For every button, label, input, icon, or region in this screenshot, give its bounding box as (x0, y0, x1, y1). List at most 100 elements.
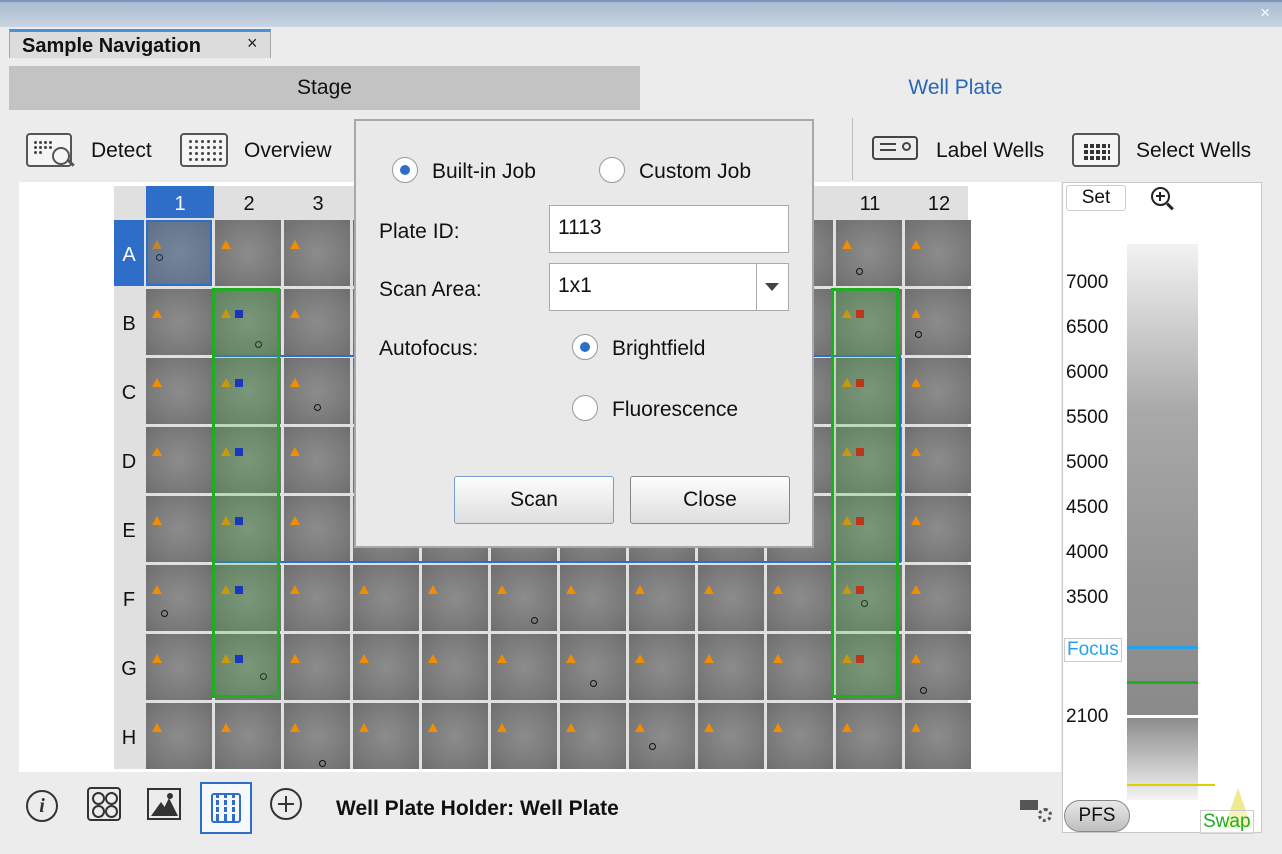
select-wells-button[interactable]: Select Wells (1072, 130, 1262, 172)
document-tab[interactable]: Sample Navigation × (9, 29, 271, 59)
well-A3[interactable] (284, 220, 350, 286)
well-G1[interactable] (146, 634, 212, 700)
well-G12[interactable] (905, 634, 971, 700)
row-header-H[interactable]: H (114, 703, 144, 769)
well-H9[interactable] (698, 703, 764, 769)
info-icon[interactable]: i (22, 786, 68, 832)
well-G4[interactable] (353, 634, 419, 700)
brightfield-radio[interactable] (572, 334, 598, 360)
well-H7[interactable] (560, 703, 626, 769)
builtin-job-radio[interactable] (392, 157, 418, 183)
tab-well-plate-label: Well Plate (908, 76, 1003, 99)
well-H10[interactable] (767, 703, 833, 769)
well-F12[interactable] (905, 565, 971, 631)
well-G10[interactable] (767, 634, 833, 700)
column-header-12[interactable]: 12 (905, 186, 973, 218)
add-icon[interactable] (270, 788, 316, 834)
row-header-C[interactable]: C (114, 358, 144, 424)
scan-area-label: Scan Area: (379, 278, 482, 301)
well-F1[interactable] (146, 565, 212, 631)
well-G5[interactable] (422, 634, 488, 700)
well-H12[interactable] (905, 703, 971, 769)
well-F3[interactable] (284, 565, 350, 631)
well-F6[interactable] (491, 565, 557, 631)
well-B1[interactable] (146, 289, 212, 355)
well-F7[interactable] (560, 565, 626, 631)
column-header-11[interactable]: 11 (836, 186, 904, 218)
well-D12[interactable] (905, 427, 971, 493)
window-close-icon[interactable]: × (1260, 4, 1270, 22)
swap-button[interactable]: Swap (1200, 810, 1254, 834)
scan-button[interactable]: Scan (454, 476, 614, 524)
well-F8[interactable] (629, 565, 695, 631)
row-header-B[interactable]: B (114, 289, 144, 355)
well-G9[interactable] (698, 634, 764, 700)
well-H11[interactable] (836, 703, 902, 769)
well-F10[interactable] (767, 565, 833, 631)
detect-label: Detect (91, 139, 152, 162)
row-header-F[interactable]: F (114, 565, 144, 631)
settings-icon[interactable] (1020, 800, 1056, 828)
row-header-D[interactable]: D (114, 427, 144, 493)
well-H1[interactable] (146, 703, 212, 769)
custom-job-radio[interactable] (599, 157, 625, 183)
quad-wells-icon[interactable] (86, 786, 132, 832)
chevron-down-icon[interactable] (765, 283, 779, 291)
column-header-1[interactable]: 1 (146, 186, 214, 218)
pfs-button[interactable]: PFS (1064, 800, 1130, 832)
close-icon[interactable]: × (247, 33, 258, 54)
well-H3[interactable] (284, 703, 350, 769)
highlighted-column-2[interactable] (212, 288, 280, 698)
debris-ring (161, 610, 168, 617)
tab-well-plate[interactable]: Well Plate (640, 66, 1271, 110)
detect-button[interactable]: Detect (26, 130, 166, 172)
well-F5[interactable] (422, 565, 488, 631)
fluorescence-radio[interactable] (572, 395, 598, 421)
label-wells-button[interactable]: Label Wells (872, 130, 1062, 172)
set-button[interactable]: Set (1066, 185, 1126, 211)
highlighted-column-11[interactable] (831, 288, 899, 698)
well-E1[interactable] (146, 496, 212, 562)
overview-button[interactable]: Overview (180, 130, 340, 172)
zoom-in-icon[interactable] (1151, 187, 1175, 211)
plate-id-label: Plate ID: (379, 220, 460, 243)
well-F4[interactable] (353, 565, 419, 631)
overview-label: Overview (244, 139, 332, 162)
well-G6[interactable] (491, 634, 557, 700)
well-H6[interactable] (491, 703, 557, 769)
well-B12[interactable] (905, 289, 971, 355)
well-H8[interactable] (629, 703, 695, 769)
well-A11[interactable] (836, 220, 902, 286)
plate-id-field[interactable]: 1113 (549, 205, 789, 253)
column-header-3[interactable]: 3 (284, 186, 352, 218)
well-C1[interactable] (146, 358, 212, 424)
well-C12[interactable] (905, 358, 971, 424)
well-E12[interactable] (905, 496, 971, 562)
well-H4[interactable] (353, 703, 419, 769)
row-header-E[interactable]: E (114, 496, 144, 562)
close-button[interactable]: Close (630, 476, 790, 524)
well-B3[interactable] (284, 289, 350, 355)
well-A12[interactable] (905, 220, 971, 286)
well-H2[interactable] (215, 703, 281, 769)
row-header-A[interactable]: A (114, 220, 144, 286)
row-header-G[interactable]: G (114, 634, 144, 700)
well-G7[interactable] (560, 634, 626, 700)
selected-well-a1[interactable] (146, 220, 212, 286)
tab-stage[interactable]: Stage (9, 66, 640, 110)
well-G8[interactable] (629, 634, 695, 700)
well-H5[interactable] (422, 703, 488, 769)
orange-marker (911, 654, 921, 663)
scan-area-select[interactable]: 1x1 (549, 263, 789, 311)
well-F9[interactable] (698, 565, 764, 631)
orange-marker (221, 240, 231, 249)
column-header-2[interactable]: 2 (215, 186, 283, 218)
image-icon[interactable] (146, 786, 192, 832)
well-D1[interactable] (146, 427, 212, 493)
orange-marker (428, 585, 438, 594)
grid-view-icon[interactable] (200, 782, 252, 834)
well-G3[interactable] (284, 634, 350, 700)
well-A2[interactable] (215, 220, 281, 286)
orange-marker (911, 240, 921, 249)
focus-tick-label: 4000 (1066, 542, 1109, 563)
